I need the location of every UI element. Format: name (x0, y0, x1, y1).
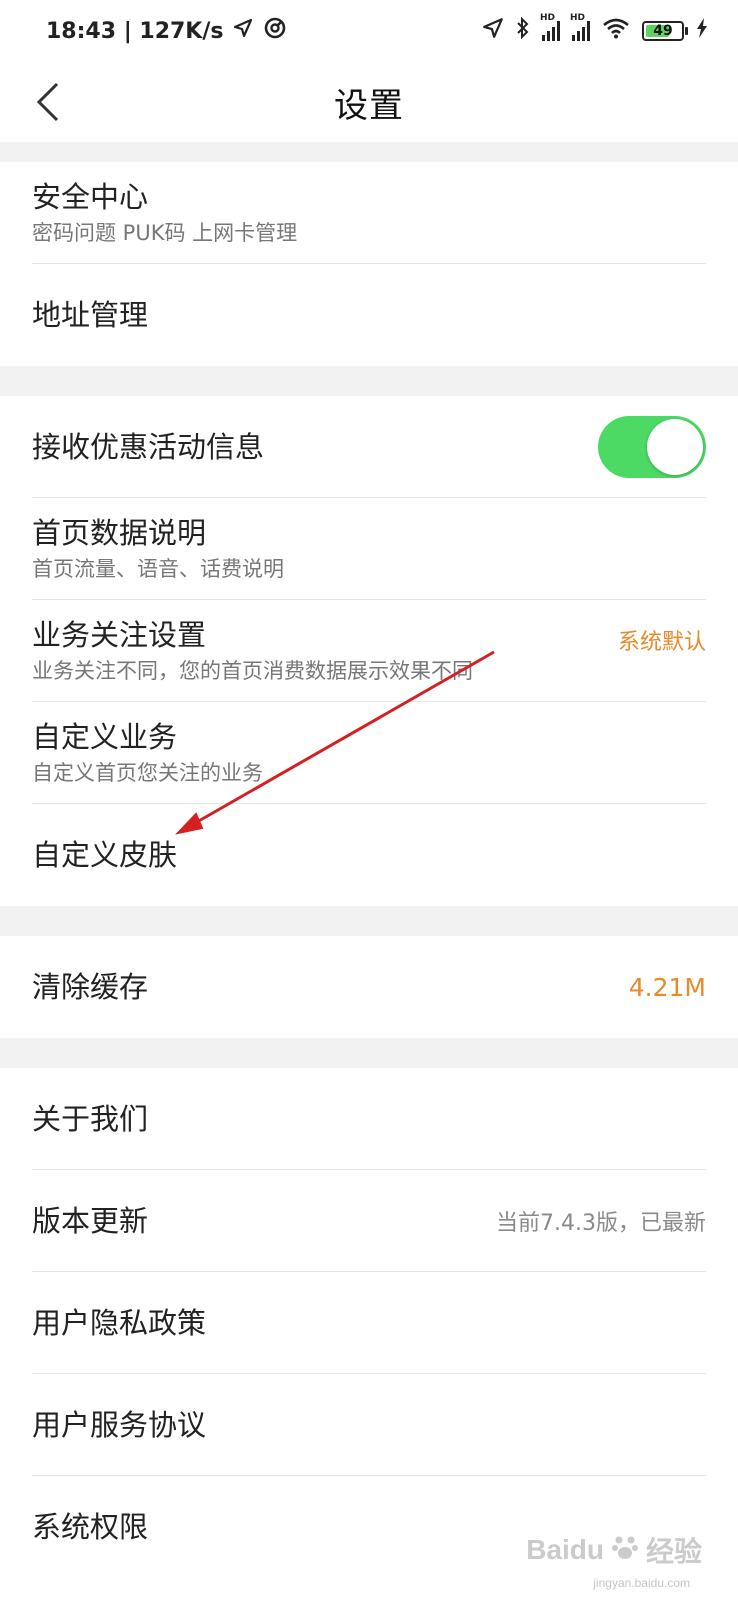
hd-label: HD (540, 13, 556, 23)
paw-icon (610, 1532, 640, 1569)
row-service-agreement[interactable]: 用户服务协议 (0, 1374, 738, 1476)
promo-toggle[interactable] (598, 416, 706, 478)
battery-icon: 49 (642, 21, 688, 41)
row-title: 业务关注设置 (32, 618, 207, 652)
app-notification-icon (263, 16, 287, 46)
page-title: 设置 (334, 85, 404, 126)
wifi-icon (602, 17, 630, 45)
row-title: 自定义业务 (32, 720, 178, 754)
row-value: 4.21M (628, 972, 706, 1002)
header: 设置 (0, 62, 738, 142)
row-security-center[interactable]: 安全中心 密码问题 PUK码 上网卡管理 (0, 162, 738, 264)
row-subtitle: 业务关注不同，您的首页消费数据展示效果不同 (32, 659, 473, 683)
back-button[interactable] (28, 80, 68, 124)
row-title: 关于我们 (32, 1102, 149, 1136)
section-divider (0, 906, 738, 936)
row-title: 地址管理 (32, 298, 149, 332)
row-address[interactable]: 地址管理 (0, 264, 738, 366)
signal-icon: HD (570, 13, 590, 41)
row-title: 接收优惠活动信息 (32, 430, 265, 464)
battery-level: 49 (653, 23, 673, 39)
section-divider (0, 142, 738, 162)
section-divider (0, 1038, 738, 1068)
row-value: 系统默认 (617, 630, 706, 655)
row-title: 版本更新 (32, 1204, 149, 1238)
status-left: 18:43 | 127K/s (46, 16, 287, 46)
status-bar: 18:43 | 127K/s HD HD 49 (0, 0, 738, 62)
row-title: 系统权限 (32, 1510, 149, 1544)
chevron-left-icon (36, 82, 59, 122)
row-home-data[interactable]: 首页数据说明 首页流量、语音、话费说明 (0, 498, 738, 600)
row-custom-business[interactable]: 自定义业务 自定义首页您关注的业务 (0, 702, 738, 804)
watermark-brand: Baidu (526, 1534, 604, 1565)
bluetooth-icon (516, 16, 530, 46)
row-about-us[interactable]: 关于我们 (0, 1068, 738, 1170)
section-divider (0, 366, 738, 396)
charging-bolt-icon (696, 18, 708, 44)
row-promo-info[interactable]: 接收优惠活动信息 (0, 396, 738, 498)
watermark-cn: 经验 (645, 1536, 702, 1567)
toggle-knob (647, 419, 703, 475)
row-title: 清除缓存 (32, 970, 149, 1004)
row-version-update[interactable]: 版本更新 当前7.4.3版，已最新 (0, 1170, 738, 1272)
row-title: 用户隐私政策 (32, 1306, 207, 1340)
row-subtitle: 密码问题 PUK码 上网卡管理 (32, 221, 298, 245)
row-title: 安全中心 (32, 180, 149, 214)
row-privacy-policy[interactable]: 用户隐私政策 (0, 1272, 738, 1374)
hd-label: HD (570, 13, 586, 23)
row-custom-skin[interactable]: 自定义皮肤 (0, 804, 738, 906)
status-time-speed: 18:43 | 127K/s (46, 18, 224, 44)
row-clear-cache[interactable]: 清除缓存 4.21M (0, 936, 738, 1038)
row-subtitle: 自定义首页您关注的业务 (32, 761, 263, 785)
row-subtitle: 首页流量、语音、话费说明 (32, 557, 284, 581)
location-arrow-icon (233, 18, 253, 44)
watermark-logo: Baidu 经验 (526, 1530, 702, 1570)
signal-icon: HD (540, 13, 560, 41)
row-title: 自定义皮肤 (32, 838, 178, 872)
watermark-url: jingyan.baidu.com (593, 1576, 690, 1590)
status-right: HD HD 49 (482, 13, 708, 46)
settings-list: 安全中心 密码问题 PUK码 上网卡管理 地址管理 接收优惠活动信息 首页数据说… (0, 142, 738, 1578)
row-business-follow[interactable]: 业务关注设置 业务关注不同，您的首页消费数据展示效果不同 系统默认 (0, 600, 738, 702)
row-title: 用户服务协议 (32, 1408, 207, 1442)
row-title: 首页数据说明 (32, 516, 207, 550)
location-arrow-icon (482, 17, 504, 45)
row-value: 当前7.4.3版，已最新 (496, 1211, 706, 1236)
